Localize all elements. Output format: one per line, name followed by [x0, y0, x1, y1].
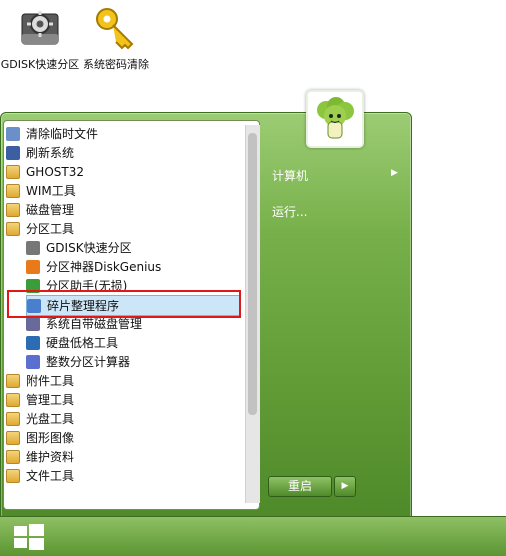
program-item[interactable]: 光盘工具 — [6, 409, 238, 428]
program-item[interactable]: 刷新系统 — [6, 143, 238, 162]
scrollbar-thumb[interactable] — [248, 133, 257, 415]
programs-scrollbar[interactable] — [245, 125, 260, 503]
program-item-label: WIM工具 — [26, 184, 76, 198]
program-item-label: 磁盘管理 — [26, 203, 75, 217]
folder-icon — [6, 392, 20, 407]
program-item[interactable]: GHOST32 — [6, 162, 238, 181]
program-item[interactable]: 磁盘管理 — [6, 200, 238, 219]
folder-icon — [6, 373, 20, 388]
chevron-right-icon: ▶ — [391, 168, 398, 178]
program-item-label: 文件工具 — [26, 469, 75, 483]
program-item[interactable]: 管理工具 — [6, 390, 238, 409]
folder-icon — [6, 411, 20, 426]
program-item-label: 光盘工具 — [26, 412, 75, 426]
folder-icon — [6, 221, 20, 236]
desktop-icon-gdisk[interactable]: GDISK快速分区 — [0, 4, 80, 72]
program-item[interactable]: 图形图像 — [6, 428, 238, 447]
program-item-label: 图形图像 — [26, 431, 75, 445]
calculator-icon — [26, 354, 40, 369]
program-item[interactable]: 清除临时文件 — [6, 124, 238, 143]
program-item[interactable]: WIM工具 — [6, 181, 238, 200]
key-icon — [96, 8, 134, 50]
program-item-label: 分区神器DiskGenius — [46, 260, 162, 274]
monitor-icon — [6, 145, 20, 160]
program-item[interactable]: 分区神器DiskGenius — [26, 257, 238, 276]
program-item-label: 分区工具 — [26, 222, 75, 236]
menu-run[interactable]: 运行... — [272, 203, 307, 220]
program-item-label: 硬盘低格工具 — [46, 336, 119, 350]
folder-icon — [6, 183, 20, 198]
program-item[interactable]: 分区工具 — [6, 219, 238, 238]
program-item[interactable]: 附件工具 — [6, 371, 238, 390]
folder-icon — [6, 164, 20, 179]
diskgenius-icon — [26, 259, 40, 274]
shutdown-options-button[interactable]: ▶ — [334, 476, 356, 497]
cleanup-icon — [6, 126, 20, 141]
folder-icon — [6, 449, 20, 464]
desktop-icon-label: GDISK快速分区 — [0, 58, 80, 71]
program-item-label: 管理工具 — [26, 393, 75, 407]
selection-highlight-box — [7, 290, 241, 318]
desktop-icon-label: 系统密码清除 — [83, 58, 149, 71]
program-item-label: 附件工具 — [26, 374, 75, 388]
folder-icon — [6, 468, 20, 483]
program-item[interactable]: 硬盘低格工具 — [26, 333, 238, 352]
disk-management-icon — [26, 316, 40, 331]
folder-icon — [6, 202, 20, 217]
program-item-label: 清除临时文件 — [26, 127, 99, 141]
program-item-label: 维护资料 — [26, 450, 75, 464]
user-avatar[interactable] — [306, 90, 364, 148]
program-item-label: 刷新系统 — [26, 146, 75, 160]
program-item[interactable]: GDISK快速分区 — [26, 238, 238, 257]
lowformat-icon — [26, 335, 40, 350]
broccoli-avatar-icon — [317, 97, 354, 139]
menu-computer[interactable]: 计算机 — [272, 167, 308, 184]
program-item[interactable]: 维护资料 — [6, 447, 238, 466]
gear-disk-icon — [26, 240, 40, 255]
desktop-icon-password-clear[interactable]: 系统密码清除 — [76, 4, 156, 72]
taskbar — [0, 516, 506, 556]
windows-start-icon[interactable] — [6, 522, 52, 552]
restart-button[interactable]: 重启 — [268, 476, 332, 497]
program-item-label: GHOST32 — [26, 164, 84, 179]
program-item-label: 整数分区计算器 — [46, 355, 131, 369]
folder-icon — [6, 430, 20, 445]
program-item[interactable]: 文件工具 — [6, 466, 238, 485]
gear-disk-icon — [21, 11, 59, 45]
program-item-label: GDISK快速分区 — [46, 241, 132, 255]
program-item[interactable]: 整数分区计算器 — [26, 352, 238, 371]
